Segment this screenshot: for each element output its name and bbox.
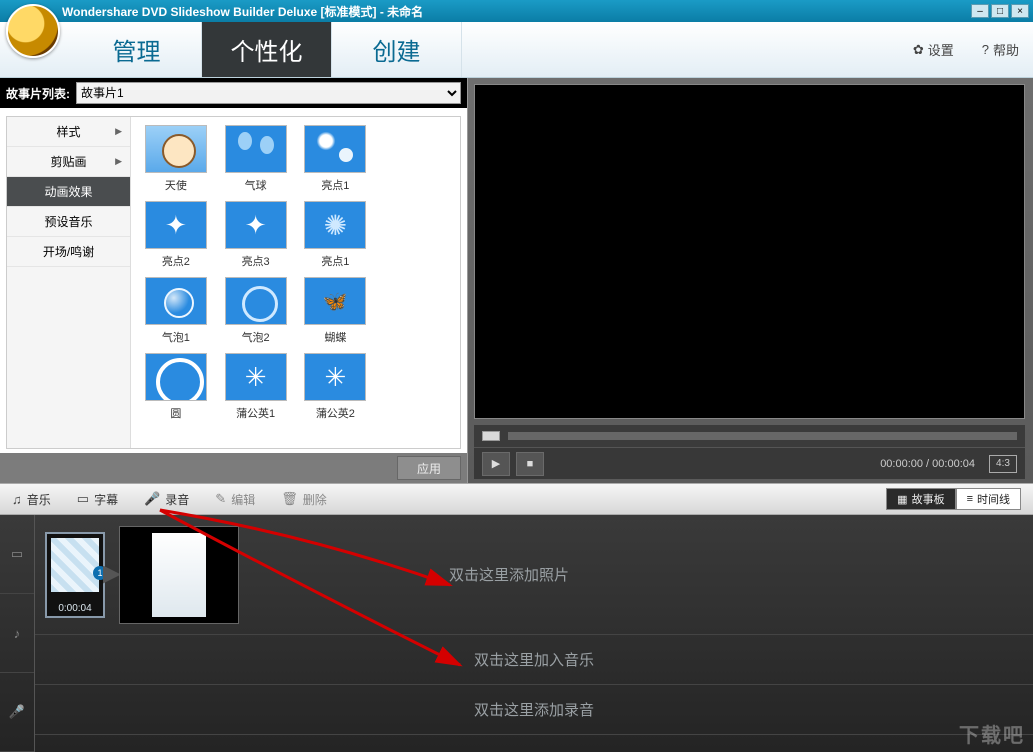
maximize-button[interactable]: □ <box>991 4 1009 18</box>
app-logo <box>6 4 60 58</box>
effect-dand1[interactable]: 蒲公英1 <box>219 353 293 421</box>
effect-grid: 天使 气球 亮点1 亮点2 亮点3 亮点1 气泡1 气泡2 蝴蝶 圆 蒲公英1 … <box>131 117 460 448</box>
clip-duration: 0:00:04 <box>47 603 103 614</box>
video-track[interactable]: 1 0:00:04 双击这里添加照片 <box>35 515 1033 635</box>
subtitle-button[interactable]: ▭字幕 <box>77 491 118 508</box>
timeline-toolbar: ♫音乐 ▭字幕 🎤录音 ✎编辑 🗑删除 ▦故事板 ≡时间线 <box>0 483 1033 515</box>
preview-viewport <box>474 84 1025 419</box>
music-button[interactable]: ♫音乐 <box>12 491 51 508</box>
story-selector-row: 故事片列表: 故事片1 <box>0 78 467 108</box>
effect-light1b[interactable]: 亮点1 <box>299 201 373 269</box>
storyboard-view[interactable]: ▦故事板 <box>886 488 955 510</box>
music-track-icon: ♪ <box>0 594 34 673</box>
effect-balloon[interactable]: 气球 <box>219 125 293 193</box>
effect-light2[interactable]: 亮点2 <box>139 201 213 269</box>
apply-button[interactable]: 应用 <box>397 456 461 480</box>
settings-link[interactable]: ✿设置 <box>899 22 968 77</box>
record-button[interactable]: 🎤录音 <box>144 491 189 508</box>
mic-icon: 🎤 <box>144 491 160 507</box>
close-button[interactable]: × <box>1011 4 1029 18</box>
play-button[interactable]: ▶ <box>482 452 510 476</box>
effect-circle[interactable]: 圆 <box>139 353 213 421</box>
stop-button[interactable]: ■ <box>516 452 544 476</box>
effect-dand2[interactable]: 蒲公英2 <box>299 353 373 421</box>
add-music-placeholder[interactable]: 双击这里加入音乐 <box>474 649 594 670</box>
left-panel: 故事片列表: 故事片1 样式▶ 剪贴画▶ 动画效果 预设音乐 开场/鸣谢 天使 … <box>0 78 468 483</box>
app-title: Wondershare DVD Slideshow Builder Deluxe… <box>62 3 423 20</box>
add-voice-placeholder[interactable]: 双击这里添加录音 <box>474 699 594 720</box>
tab-personalize[interactable]: 个性化 <box>202 22 332 77</box>
player-controls: ▶ ■ 00:00:00 / 00:00:04 4:3 <box>474 447 1025 479</box>
subtitle-icon: ▭ <box>77 491 89 507</box>
cat-style[interactable]: 样式▶ <box>7 117 130 147</box>
chevron-right-icon: ▶ <box>115 126 122 137</box>
gear-icon: ✿ <box>913 42 924 58</box>
timeline: ▭ ♪ 🎤 1 0:00:04 双击这里添加照片 双击这里加入音乐 双击这里添加… <box>0 515 1033 752</box>
story-label: 故事片列表: <box>6 85 70 102</box>
scrub-handle[interactable] <box>482 431 500 441</box>
scrub-track[interactable] <box>508 432 1017 440</box>
tab-manage[interactable]: 管理 <box>72 22 202 77</box>
category-list: 样式▶ 剪贴画▶ 动画效果 预设音乐 开场/鸣谢 <box>7 117 131 448</box>
video-track-icon: ▭ <box>0 515 34 594</box>
cat-clipart[interactable]: 剪贴画▶ <box>7 147 130 177</box>
music-icon: ♫ <box>12 492 22 507</box>
effect-light1[interactable]: 亮点1 <box>299 125 373 193</box>
add-photo-placeholder[interactable]: 双击这里添加照片 <box>449 564 569 585</box>
cat-music[interactable]: 预设音乐 <box>7 207 130 237</box>
clip-2[interactable] <box>119 526 239 624</box>
lines-icon: ≡ <box>967 493 973 505</box>
preview-panel: ▶ ■ 00:00:00 / 00:00:04 4:3 <box>468 78 1033 483</box>
help-icon: ? <box>982 42 989 57</box>
effect-bubble2[interactable]: 气泡2 <box>219 277 293 345</box>
effect-butterfly[interactable]: 蝴蝶 <box>299 277 373 345</box>
effect-light3[interactable]: 亮点3 <box>219 201 293 269</box>
cat-animation[interactable]: 动画效果 <box>7 177 130 207</box>
time-display: 00:00:00 / 00:00:04 <box>880 458 975 470</box>
effect-bubble1[interactable]: 气泡1 <box>139 277 213 345</box>
scrub-row <box>474 425 1025 447</box>
trash-icon: 🗑 <box>281 491 298 507</box>
delete-button[interactable]: 🗑删除 <box>281 491 327 508</box>
titlebar: Wondershare DVD Slideshow Builder Deluxe… <box>0 0 1033 22</box>
pencil-icon: ✎ <box>215 491 226 507</box>
cat-intro[interactable]: 开场/鸣谢 <box>7 237 130 267</box>
music-track[interactable]: 双击这里加入音乐 <box>35 635 1033 685</box>
edit-button[interactable]: ✎编辑 <box>215 491 255 508</box>
effect-angel[interactable]: 天使 <box>139 125 213 193</box>
story-select[interactable]: 故事片1 <box>76 82 461 104</box>
aspect-button[interactable]: 4:3 <box>989 455 1017 473</box>
timeline-view[interactable]: ≡时间线 <box>956 488 1021 510</box>
main-tabs: 管理 个性化 创建 ✿设置 ?帮助 <box>0 22 1033 78</box>
clip-1[interactable]: 1 0:00:04 <box>45 532 105 618</box>
voice-track-icon: 🎤 <box>0 673 34 752</box>
grid-icon: ▦ <box>897 493 907 506</box>
tab-create[interactable]: 创建 <box>332 22 462 77</box>
chevron-right-icon: ▶ <box>115 156 122 167</box>
voice-track[interactable]: 双击这里添加录音 <box>35 685 1033 735</box>
minimize-button[interactable]: – <box>971 4 989 18</box>
help-link[interactable]: ?帮助 <box>968 22 1033 77</box>
